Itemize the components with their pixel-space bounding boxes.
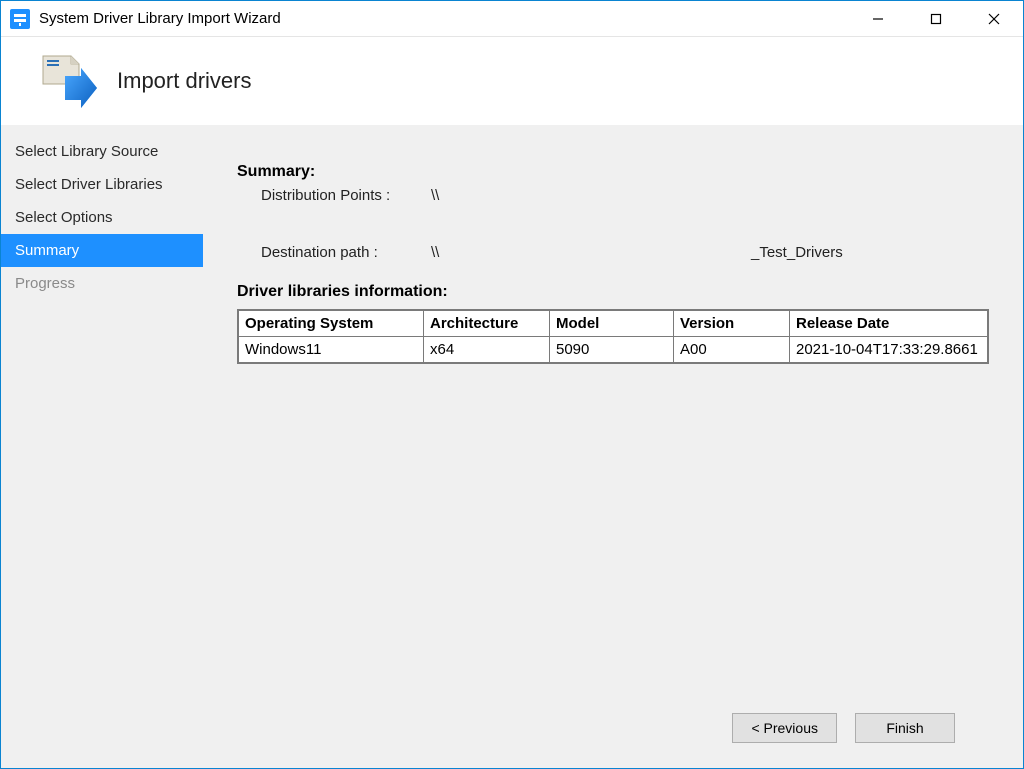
previous-button[interactable]: < Previous bbox=[732, 713, 837, 743]
table-header-row: Operating System Architecture Model Vers… bbox=[239, 311, 988, 337]
destination-path-label: Destination path : bbox=[261, 244, 431, 261]
col-model[interactable]: Model bbox=[550, 311, 674, 337]
sidebar-item-summary[interactable]: Summary bbox=[1, 234, 203, 267]
window-controls bbox=[849, 1, 1023, 36]
table-row[interactable]: Windows11 x64 5090 A00 2021-10-04T17:33:… bbox=[239, 337, 988, 363]
driver-libraries-heading: Driver libraries information: bbox=[237, 283, 989, 301]
driver-libraries-table: Operating System Architecture Model Vers… bbox=[238, 310, 988, 363]
cell-os: Windows11 bbox=[239, 337, 424, 363]
finish-button[interactable]: Finish bbox=[855, 713, 955, 743]
col-architecture[interactable]: Architecture bbox=[424, 311, 550, 337]
cell-architecture: x64 bbox=[424, 337, 550, 363]
cell-version: A00 bbox=[674, 337, 790, 363]
close-button[interactable] bbox=[965, 1, 1023, 36]
destination-path-row: Destination path : \\ _Test_Drivers bbox=[237, 244, 989, 261]
distribution-points-label: Distribution Points : bbox=[261, 187, 431, 204]
destination-path-value-1: \\ bbox=[431, 244, 551, 261]
maximize-button[interactable] bbox=[907, 1, 965, 36]
sidebar-item-select-options[interactable]: Select Options bbox=[1, 201, 203, 234]
destination-path-value-2: _Test_Drivers bbox=[751, 244, 843, 261]
app-icon bbox=[9, 8, 31, 30]
wizard-header: Import drivers bbox=[1, 37, 1023, 125]
import-drivers-icon bbox=[29, 46, 99, 116]
summary-heading: Summary: bbox=[237, 163, 989, 181]
content-pane: Summary: Distribution Points : \\ Destin… bbox=[203, 125, 1023, 768]
wizard-window: System Driver Library Import Wizard bbox=[0, 0, 1024, 769]
minimize-button[interactable] bbox=[849, 1, 907, 36]
cell-release-date: 2021-10-04T17:33:29.8661 bbox=[790, 337, 988, 363]
page-title: Import drivers bbox=[117, 68, 251, 94]
col-os[interactable]: Operating System bbox=[239, 311, 424, 337]
titlebar: System Driver Library Import Wizard bbox=[1, 1, 1023, 37]
cell-model: 5090 bbox=[550, 337, 674, 363]
wizard-footer: < Previous Finish bbox=[237, 698, 989, 758]
distribution-points-row: Distribution Points : \\ bbox=[237, 187, 989, 204]
sidebar-item-progress: Progress bbox=[1, 267, 203, 300]
sidebar-item-select-library-source[interactable]: Select Library Source bbox=[1, 135, 203, 168]
col-version[interactable]: Version bbox=[674, 311, 790, 337]
sidebar-item-select-driver-libraries[interactable]: Select Driver Libraries bbox=[1, 168, 203, 201]
driver-libraries-table-wrap: Operating System Architecture Model Vers… bbox=[237, 309, 989, 364]
distribution-points-value: \\ bbox=[431, 187, 551, 204]
col-release-date[interactable]: Release Date bbox=[790, 311, 988, 337]
wizard-body: Select Library Source Select Driver Libr… bbox=[1, 125, 1023, 768]
window-title: System Driver Library Import Wizard bbox=[39, 10, 849, 27]
sidebar: Select Library Source Select Driver Libr… bbox=[1, 125, 203, 768]
